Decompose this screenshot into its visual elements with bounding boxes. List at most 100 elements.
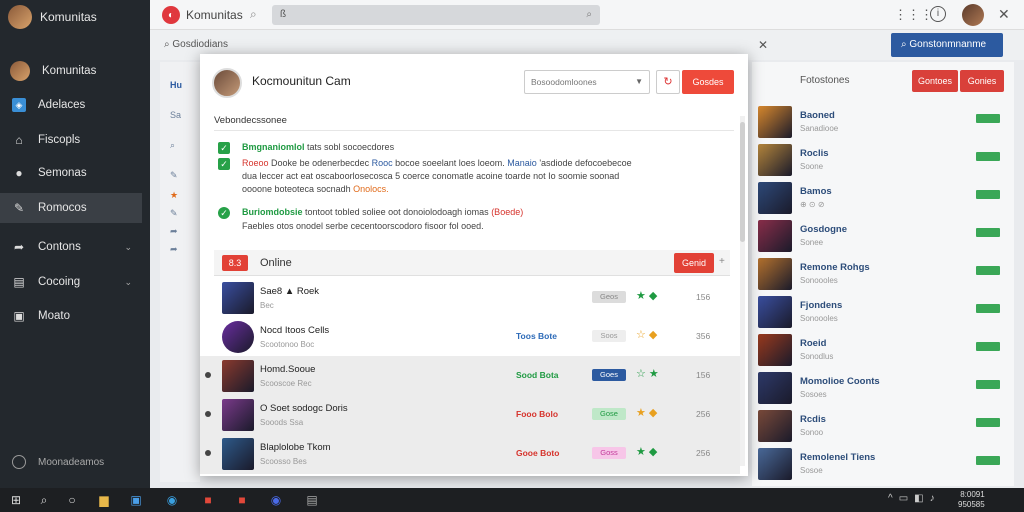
home-icon: ⌂ [15,133,23,147]
right-list-item[interactable]: Rcdis Sonoo [752,406,1014,444]
sidebar-item-moato[interactable]: ▣ Moato [0,301,142,331]
dismiss-icon[interactable]: ✕ [758,38,768,52]
modal-select[interactable]: Bosoodomloones ▼ [524,70,650,94]
thumbnail [758,258,792,290]
item-name: Baoned [800,110,835,121]
sidebar-brand[interactable]: Komunitas [0,0,150,34]
online-row[interactable]: Nocd Itoos Cells Scootonoo Boc Toos Bote So… [200,317,740,357]
row-action-icons[interactable]: ★ ◆ [636,289,657,302]
app-icon[interactable]: ■ [200,492,216,508]
row-name: Blaplolobe Tkom [260,442,331,453]
online-row[interactable]: Blaplolobe Tkom Scoosso Bes Gooe Boto Goss ★… [200,434,740,474]
checkbox-checked[interactable]: ✓ [218,142,230,154]
row-sub: Sooods Ssa [260,418,304,427]
taskbar: ⊞ ⌕ ○ ▆ ▣ ◉ ■ ■ ◉ ▤ ^▭◧♪ 8:0091 950585 [0,488,1024,512]
check-circle-icon[interactable]: ✓ [218,207,230,219]
online-row[interactable]: Sae8 ▲ Roek Bec Geos ★ ◆ 156 [200,278,740,318]
row-status: Gooe Boto [516,448,560,458]
right-list-item[interactable]: Baoned Sanadiooe [752,102,1014,140]
row-action-icons[interactable]: ☆ ★ [636,367,659,380]
pencil-icon: ✎ [13,201,25,215]
apps-grid-icon[interactable]: ⋮⋮⋮ [894,7,933,23]
item-sub: Sonoooles [800,276,838,285]
online-row[interactable]: O Soet sodogc Doris Sooods Ssa Fooo Bolo Go… [200,395,740,435]
search-icon[interactable]: ⌕ [250,7,257,22]
right-list-item[interactable]: Remone Rohgs Sonoooles [752,254,1014,292]
store-icon[interactable]: ▣ [128,492,144,508]
thumbnail [758,448,792,480]
subbar-button[interactable]: ⌕ Gonstonmnanme [891,33,1003,57]
app-icon[interactable]: ▤ [304,492,320,508]
row-name: Nocd Itoos Cells [260,325,330,336]
sidebar-item-contons[interactable]: ➦ Contons ⌄ [0,232,142,262]
taskbar-clock[interactable]: 8:0091 950585 [958,490,985,510]
right-list-item[interactable]: Gosdogne Sonee [752,216,1014,254]
right-list-item[interactable]: Momolioe Coonts Sosoes [752,368,1014,406]
task-view-icon[interactable]: ○ [64,492,80,508]
online-action-button[interactable]: Genid [674,253,714,273]
community-modal: Kocmounitun Cam Bosoodomloones ▼ ↻ Gosde… [200,54,748,476]
modal-cta-button[interactable]: Gosdes [682,70,734,94]
sidebar-footer[interactable]: Moonadeamos [12,455,104,469]
sync-icon[interactable]: ↻ [656,70,680,94]
search-icon[interactable]: ⌕ [36,492,52,508]
sidebar-item-label: Moato [38,310,70,322]
item-name: Rcdis [800,414,826,425]
close-icon[interactable]: ✕ [998,6,1010,23]
status-tag [976,304,1000,313]
row-pill[interactable]: Goss [592,447,626,459]
system-tray[interactable]: ^▭◧♪ [888,493,941,504]
row-pill[interactable]: Soos [592,330,626,342]
app-icon[interactable]: ◉ [268,492,284,508]
search-input[interactable]: ß ⌕ [272,5,600,25]
sidebar-item-romocos[interactable]: ✎ Romocos [0,193,142,223]
sidebar-item-label: Komunitas [42,65,97,77]
row-pill[interactable]: Goes [592,369,626,381]
right-list-item[interactable]: Remolenel Tiens Sosoe [752,444,1014,482]
row-count: 356 [696,331,711,341]
sidebar-item-adelaces[interactable]: ◈ Adelaces [0,90,142,120]
browser-icon[interactable]: ◉ [164,492,180,508]
modal-title: Kocmounitun Cam [252,74,351,88]
status-tag [976,152,1000,161]
row-action-icons[interactable]: ★ ◆ [636,445,657,458]
row-pill[interactable]: Geos [592,291,626,303]
row-count: 256 [696,448,711,458]
item-sub: ⊕ ⊙ ⊘ [800,200,825,209]
row-sub: Scooscoe Rec [260,379,312,388]
right-list-item[interactable]: Roeid Sonodlus [752,330,1014,368]
windows-start-icon[interactable]: ⊞ [8,492,24,508]
status-tag [976,114,1000,123]
divider [214,130,734,131]
row-sub: Bec [260,301,274,310]
online-row[interactable]: Homd.Sooue Scooscoe Rec Sood Bota Goes ☆ ★ 15… [200,356,740,396]
app-icon[interactable]: ■ [234,492,250,508]
right-list-item[interactable]: Bamos ⊕ ⊙ ⊘ [752,178,1014,216]
sidebar-item-komunitas[interactable]: Komunitas [0,56,142,86]
right-list-item[interactable]: Fjondens Sonoooles [752,292,1014,330]
row-action-icons[interactable]: ★ ◆ [636,406,657,419]
sidebar-item-semonas[interactable]: ● Semonas [0,158,142,188]
checkbox-checked[interactable]: ✓ [218,158,230,170]
row-thumbnail [222,438,254,470]
modal-scrollbar[interactable] [740,116,745,466]
row-pill[interactable]: Gose [592,408,626,420]
row-thumbnail [222,282,254,314]
search-submit-icon[interactable]: ⌕ [586,5,592,25]
user-avatar[interactable] [962,4,984,26]
folder-icon[interactable]: ▆ [96,492,112,508]
online-title: Online [260,257,292,269]
item-sub: Sonoooles [800,314,838,323]
scrollbar-thumb[interactable] [740,122,745,242]
status-tag [976,456,1000,465]
sidebar-item-fiscopls[interactable]: ⌂ Fiscopls [0,125,142,155]
sidebar-item-cocoing[interactable]: ▤ Cocoing ⌄ [0,267,142,297]
row-action-icons[interactable]: ☆ ◆ [636,328,657,341]
sidebar-item-label: Cocoing [38,276,81,288]
background-list: Hu Sa ⌕ ✎ ★ ✎ ➦ ➦ [160,62,200,482]
right-list-item[interactable]: Roclis Soone [752,140,1014,178]
add-icon[interactable]: + [719,256,725,267]
info-icon[interactable]: i [930,6,946,22]
right-panel-button-1[interactable]: Gontoes [912,70,958,92]
right-panel-button-2[interactable]: Gonies [960,70,1004,92]
